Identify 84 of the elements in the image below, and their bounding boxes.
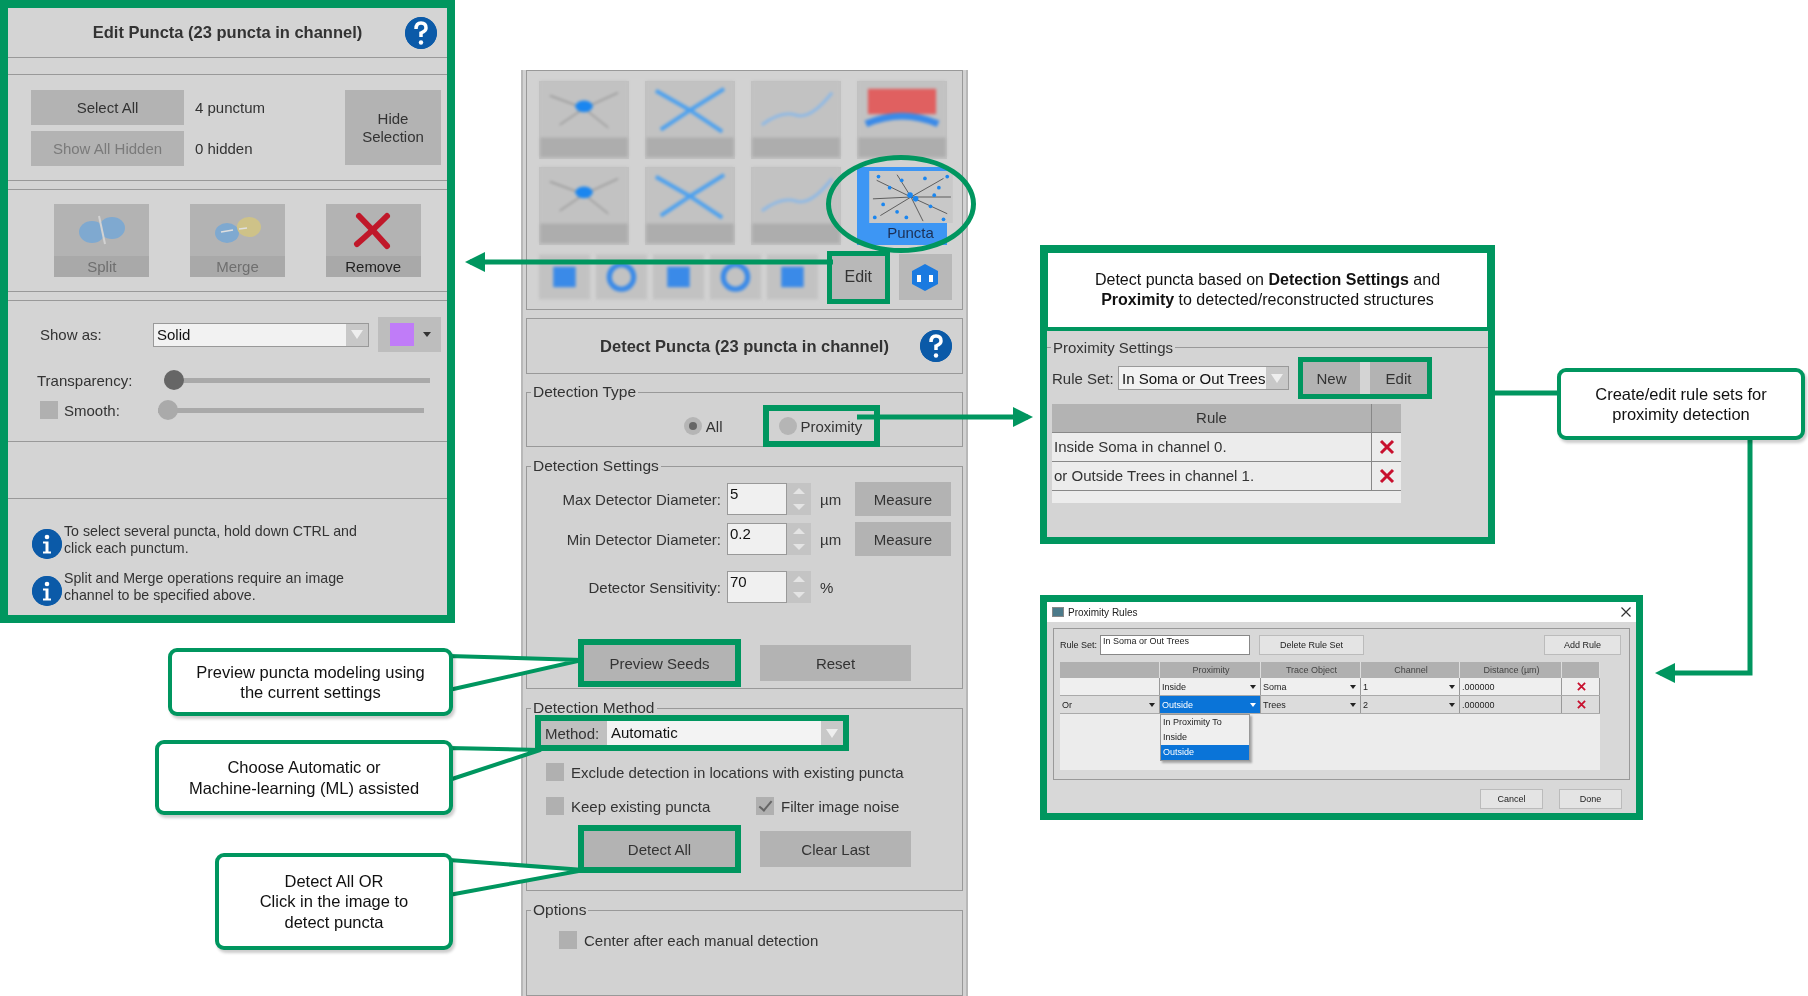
rule-set-input[interactable]: In Soma or Out Trees bbox=[1100, 635, 1251, 655]
group-legend: Detection Settings bbox=[531, 457, 661, 475]
measure-button[interactable]: Measure bbox=[855, 522, 951, 556]
remove-button[interactable]: Remove bbox=[325, 204, 421, 277]
rule-set-dropdown[interactable]: In Soma or Out Trees bbox=[1118, 366, 1289, 390]
reset-button[interactable]: Reset bbox=[760, 645, 911, 681]
help-icon[interactable] bbox=[920, 330, 952, 362]
group-legend: Detection Method bbox=[531, 699, 657, 717]
show-as-dropdown[interactable]: Solid bbox=[153, 322, 369, 347]
window-title: Proximity Rules bbox=[1068, 606, 1138, 618]
checkbox-option[interactable]: Filter image noise bbox=[756, 797, 900, 815]
panel-title: Detect Puncta (23 puncta in channel) bbox=[600, 336, 889, 356]
field-label: Detector Sensitivity: bbox=[587, 578, 722, 596]
menu-item[interactable]: Inside bbox=[1161, 730, 1249, 745]
group-legend: Options bbox=[531, 901, 589, 919]
trace-object-dropdown[interactable]: Soma bbox=[1261, 678, 1361, 695]
unit-label: µm bbox=[819, 490, 843, 508]
measure-button[interactable]: Measure bbox=[855, 482, 951, 516]
done-button[interactable]: Done bbox=[1559, 789, 1622, 809]
help-icon[interactable] bbox=[405, 16, 437, 49]
column-header: Rule bbox=[1052, 404, 1372, 432]
table-cell: Inside Soma in channel 0. bbox=[1052, 433, 1372, 461]
add-rule-button[interactable]: Add Rule bbox=[1544, 635, 1621, 655]
tool-tile[interactable] bbox=[751, 81, 841, 159]
tool-tile[interactable] bbox=[539, 167, 629, 245]
table-cell: or Outside Trees in channel 1. bbox=[1052, 462, 1372, 490]
panel-title: Edit Puncta (23 puncta in channel) bbox=[92, 23, 363, 42]
rule-set-label: Rule Set: bbox=[1052, 369, 1115, 387]
table-cell: .000000 bbox=[1460, 678, 1562, 695]
delete-icon[interactable] bbox=[1577, 700, 1586, 709]
close-icon[interactable] bbox=[1621, 607, 1631, 617]
cancel-button[interactable]: Cancel bbox=[1480, 789, 1543, 809]
punctum-count: 4 punctum bbox=[195, 98, 267, 116]
radio-option[interactable]: All bbox=[683, 417, 723, 435]
callout-note: Choose Automatic or Machine-learning (ML) assisted bbox=[155, 740, 453, 815]
color-picker-button[interactable] bbox=[378, 317, 441, 352]
callout-note: Create/edit rule sets for proximity detection bbox=[1557, 368, 1805, 440]
table-cell: .000000 bbox=[1460, 696, 1562, 713]
checkbox-option[interactable]: Exclude detection in locations with existing puncta bbox=[546, 763, 962, 781]
tool-tile[interactable] bbox=[751, 167, 841, 245]
transparency-label: Transparency: bbox=[36, 371, 134, 389]
tool-tile[interactable] bbox=[645, 167, 735, 245]
trace-object-dropdown[interactable]: Trees bbox=[1261, 696, 1361, 713]
menu-item[interactable]: Outside bbox=[1161, 745, 1249, 760]
proximity-dropdown[interactable]: Inside bbox=[1160, 678, 1261, 695]
delete-icon[interactable] bbox=[1378, 468, 1395, 484]
select-all-button[interactable]: Select All bbox=[31, 89, 184, 125]
edit-button[interactable]: Edit bbox=[1370, 362, 1427, 394]
channel-dropdown[interactable]: 1 bbox=[1361, 678, 1460, 695]
hide-selection-button[interactable]: Hide Selection bbox=[345, 90, 441, 165]
info-icon bbox=[32, 529, 62, 559]
rule-set-label: Rule Set: bbox=[1060, 640, 1098, 650]
smooth-label: Smooth: bbox=[63, 401, 121, 419]
delete-icon[interactable] bbox=[1577, 682, 1586, 691]
callout-note: Detect puncta based on Detection Settings and Proximity to detected/reconstructed structures bbox=[1044, 249, 1491, 331]
show-as-label: Show as: bbox=[39, 326, 103, 343]
field-label: Max Detector Diameter: bbox=[561, 490, 722, 508]
menu-item[interactable]: In Proximity To bbox=[1161, 715, 1249, 730]
cube-button[interactable] bbox=[898, 254, 952, 300]
cube-icon bbox=[910, 262, 941, 292]
puncta-icon bbox=[868, 171, 953, 223]
unit-label: % bbox=[819, 578, 835, 596]
group-legend: Detection Type bbox=[531, 383, 639, 401]
group-legend: Proximity Settings bbox=[1051, 339, 1176, 356]
tool-tile[interactable] bbox=[857, 81, 947, 159]
info-icon bbox=[32, 576, 62, 606]
unit-label: µm bbox=[819, 530, 843, 548]
window-icon bbox=[1052, 607, 1064, 617]
delete-rule-set-button[interactable]: Delete Rule Set bbox=[1259, 635, 1365, 655]
tool-tile[interactable] bbox=[539, 81, 629, 159]
checkbox-option[interactable]: Keep existing puncta bbox=[546, 797, 756, 815]
new-button[interactable]: New bbox=[1303, 362, 1360, 394]
callout-note: Detect All OR Click in the image to detect puncta bbox=[215, 853, 453, 950]
proximity-dropdown[interactable]: Outside bbox=[1160, 696, 1261, 713]
field-label: Min Detector Diameter: bbox=[565, 530, 722, 548]
tip-text: To select several puncta, hold down CTRL and click each punctum. bbox=[64, 522, 358, 558]
tool-tile[interactable] bbox=[645, 81, 735, 159]
clear-last-button[interactable]: Clear Last bbox=[760, 831, 911, 867]
checkbox-option[interactable]: Center after each manual detection bbox=[559, 931, 962, 949]
delete-icon[interactable] bbox=[1378, 439, 1395, 455]
tip-text: Split and Merge operations require an image channel to be specified above. bbox=[64, 569, 345, 605]
channel-dropdown[interactable]: 2 bbox=[1361, 696, 1460, 713]
hidden-count: 0 hidden bbox=[195, 139, 254, 157]
radio-option[interactable]: Proximity bbox=[778, 417, 863, 435]
